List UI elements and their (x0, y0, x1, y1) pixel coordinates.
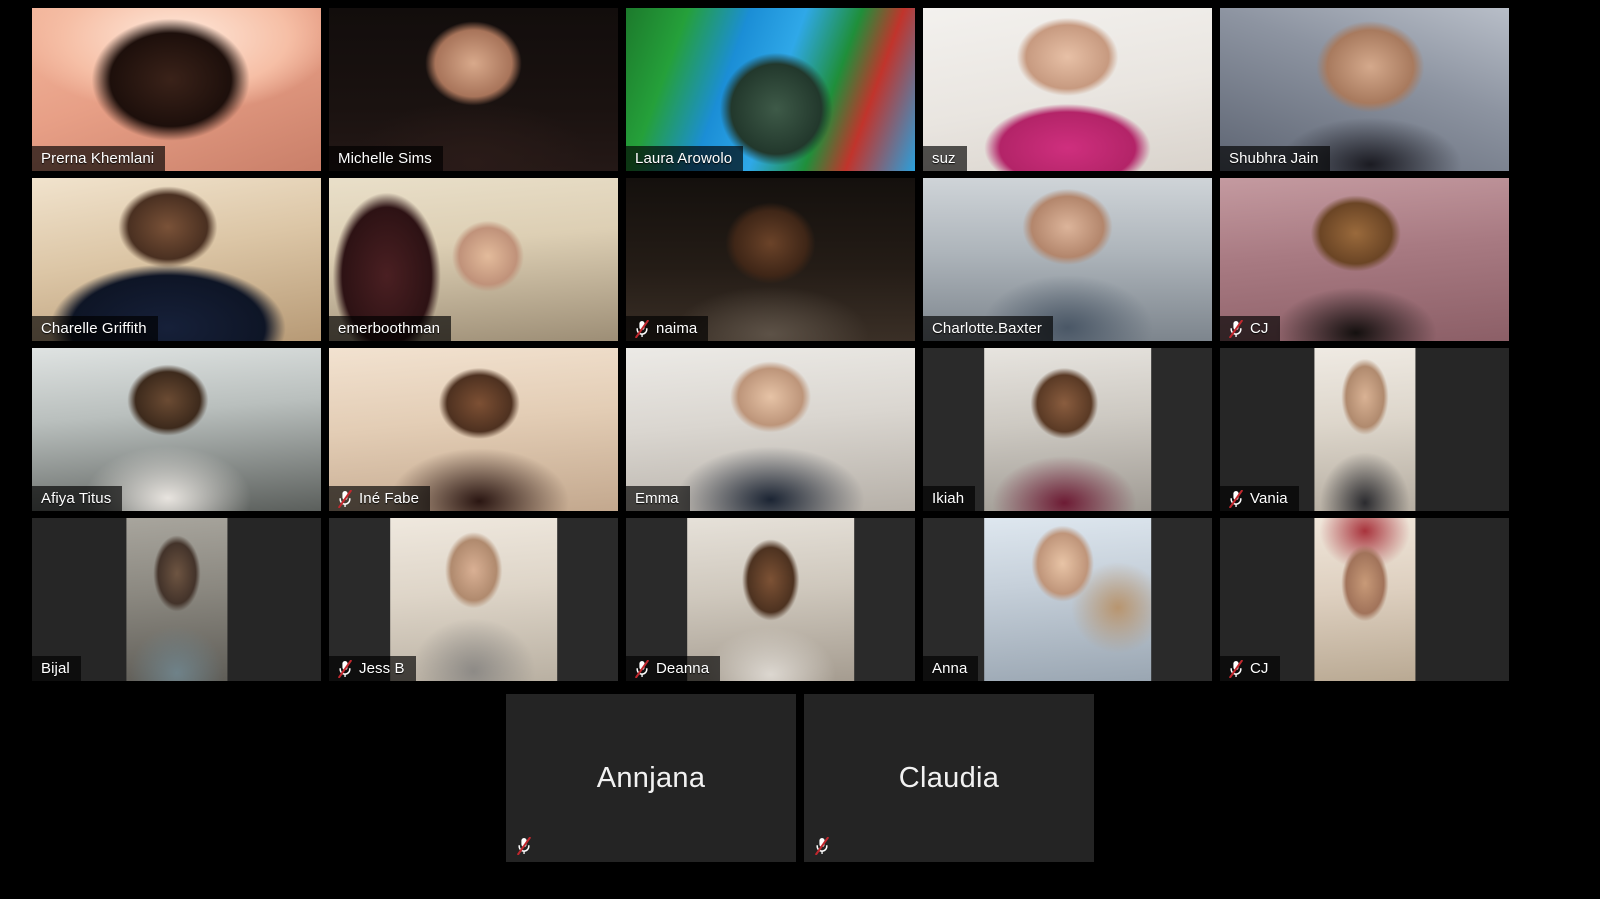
muted-microphone-icon (635, 659, 649, 678)
participant-name-label: Bijal (41, 660, 70, 677)
participant-name-label: Prerna Khemlani (41, 150, 155, 167)
participant-name-badge: Iné Fabe (329, 486, 431, 511)
participant-tile[interactable]: naima (626, 178, 915, 341)
participant-tile[interactable]: suz (923, 8, 1212, 171)
participant-name-label: Afiya Titus (41, 490, 112, 507)
gallery-row-3: Afiya Titus Iné Fabe Emma Ikiah Vania (0, 348, 1600, 511)
participant-tile[interactable]: Bijal (32, 518, 321, 681)
participant-tile[interactable]: Deanna (626, 518, 915, 681)
participant-tile[interactable]: Prerna Khemlani (32, 8, 321, 171)
participant-tile[interactable]: Laura Arowolo (626, 8, 915, 171)
participant-tile[interactable]: CJ (1220, 178, 1509, 341)
participant-tile[interactable]: Afiya Titus (32, 348, 321, 511)
participant-name-label: naima (656, 320, 698, 337)
participant-video (1313, 348, 1416, 511)
participant-name-label: Charelle Griffith (41, 320, 147, 337)
participant-name-label: Laura Arowolo (635, 150, 733, 167)
participant-name-label: Deanna (656, 660, 710, 677)
participant-name-badge: emerboothman (329, 316, 452, 341)
participant-name-centered: Claudia (898, 761, 1000, 794)
participant-name-label: Jess B (359, 660, 405, 677)
participant-tile[interactable]: Anna (923, 518, 1212, 681)
participant-tile[interactable]: Shubhra Jain (1220, 8, 1509, 171)
participant-name-badge: Bijal (32, 656, 81, 681)
participant-name-label: Anna (932, 660, 968, 677)
participant-tile[interactable]: Emma (626, 348, 915, 511)
gallery-row-4: Bijal Jess B Deanna Anna CJ (0, 518, 1600, 681)
participant-name-label: Michelle Sims (338, 150, 432, 167)
gallery-row-5: Annjana Claudia (0, 694, 1600, 862)
participant-tile[interactable]: CJ (1220, 518, 1509, 681)
participant-name-badge: Vania (1220, 486, 1299, 511)
participant-video (983, 348, 1152, 511)
participant-tile[interactable]: Vania (1220, 348, 1509, 511)
muted-microphone-icon (517, 836, 531, 855)
participant-tile[interactable]: Claudia (804, 694, 1094, 862)
participant-name-badge: Michelle Sims (329, 146, 443, 171)
participant-name-label: CJ (1250, 320, 1269, 337)
muted-microphone-icon (635, 319, 649, 338)
muted-microphone-icon (338, 659, 352, 678)
zoom-gallery-view: Prerna Khemlani Michelle Sims Laura Arowol… (0, 0, 1600, 899)
participant-name-badge: Emma (626, 486, 690, 511)
participant-name-badge: Charelle Griffith (32, 316, 158, 341)
gallery-row-1: Prerna Khemlani Michelle Sims Laura Arowol… (0, 8, 1600, 171)
participant-name-badge: Laura Arowolo (626, 146, 744, 171)
participant-name-badge: Anna (923, 656, 979, 681)
participant-name-label: suz (932, 150, 956, 167)
participant-name-badge: CJ (1220, 316, 1280, 341)
participant-name-badge: Deanna (626, 656, 721, 681)
participant-tile[interactable]: Charlotte.Baxter (923, 178, 1212, 341)
participant-name-badge: Jess B (329, 656, 416, 681)
muted-microphone-icon (1229, 319, 1243, 338)
participant-name-badge (506, 833, 542, 858)
participant-name-badge: Prerna Khemlani (32, 146, 166, 171)
participant-tile[interactable]: Jess B (329, 518, 618, 681)
participant-name-centered: Annjana (596, 761, 706, 794)
participant-name-badge: suz (923, 146, 967, 171)
participant-name-badge (804, 833, 840, 858)
participant-name-label: Emma (635, 490, 679, 507)
participant-name-badge: Shubhra Jain (1220, 146, 1330, 171)
participant-name-label: CJ (1250, 660, 1269, 677)
participant-tile[interactable]: emerboothman (329, 178, 618, 341)
participant-name-badge: Charlotte.Baxter (923, 316, 1053, 341)
participant-name-label: Vania (1250, 490, 1288, 507)
participant-name-badge: Afiya Titus (32, 486, 123, 511)
gallery-row-2: Charelle Griffith emerboothman naima Charlo… (0, 178, 1600, 341)
participant-name-badge: naima (626, 316, 709, 341)
muted-microphone-icon (1229, 489, 1243, 508)
participant-name-label: Iné Fabe (359, 490, 420, 507)
participant-video (125, 518, 228, 681)
participant-name-label: Charlotte.Baxter (932, 320, 1042, 337)
muted-microphone-icon (1229, 659, 1243, 678)
muted-microphone-icon (338, 489, 352, 508)
participant-name-label: Ikiah (932, 490, 965, 507)
participant-name-badge: CJ (1220, 656, 1280, 681)
participant-tile[interactable]: Annjana (506, 694, 796, 862)
participant-tile[interactable]: Iné Fabe (329, 348, 618, 511)
participant-tile[interactable]: Michelle Sims (329, 8, 618, 171)
participant-tile[interactable]: Charelle Griffith (32, 178, 321, 341)
muted-microphone-icon (815, 836, 829, 855)
participant-name-label: emerboothman (338, 320, 441, 337)
participant-name-badge: Ikiah (923, 486, 976, 511)
participant-tile[interactable]: Ikiah (923, 348, 1212, 511)
participant-name-label: Shubhra Jain (1229, 150, 1319, 167)
participant-video (983, 518, 1152, 681)
participant-video (1313, 518, 1416, 681)
